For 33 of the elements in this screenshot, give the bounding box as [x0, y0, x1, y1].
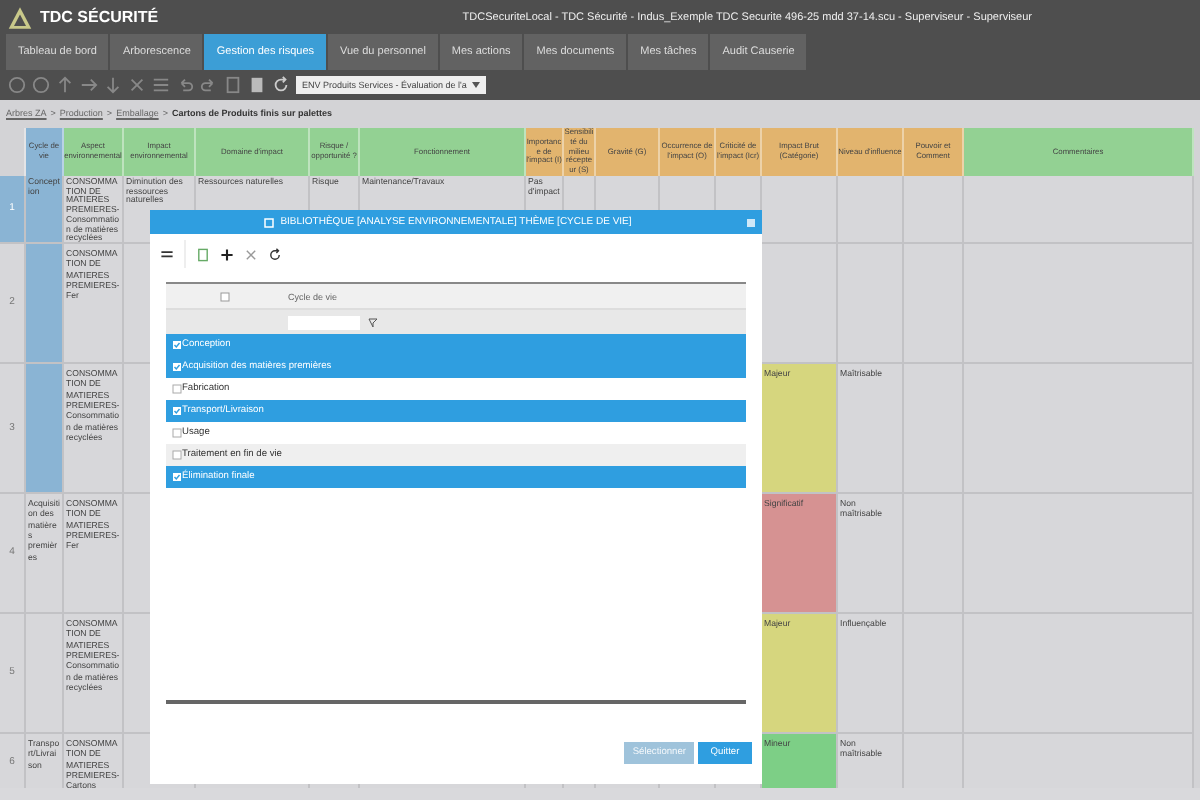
triangle-logo-icon	[8, 5, 32, 29]
menu-icon[interactable]	[160, 247, 174, 261]
undo-icon[interactable]	[176, 76, 194, 94]
refresh-icon[interactable]	[268, 247, 282, 261]
plus-icon[interactable]	[220, 247, 234, 261]
circle-icon[interactable]	[8, 76, 26, 94]
close-icon[interactable]	[244, 247, 258, 261]
table-cell	[762, 244, 838, 364]
checkbox[interactable]	[172, 384, 182, 394]
checkbox[interactable]	[172, 406, 182, 416]
up-arrow-icon[interactable]	[56, 76, 74, 94]
checkbox[interactable]	[219, 291, 229, 301]
checkbox[interactable]	[172, 428, 182, 438]
grid-icon[interactable]	[152, 76, 170, 94]
redo-icon[interactable]	[200, 76, 218, 94]
close-icon[interactable]	[128, 76, 146, 94]
table-cell	[762, 176, 838, 244]
table-cell	[838, 244, 904, 364]
document-icon[interactable]	[196, 247, 210, 261]
right-arrow-icon[interactable]	[80, 76, 98, 94]
filter-icon[interactable]	[368, 317, 378, 327]
caret-icon	[472, 82, 481, 88]
table-cell	[904, 176, 964, 244]
table-cell	[838, 176, 904, 244]
down-arrow-icon[interactable]	[104, 76, 122, 94]
window-icon	[264, 217, 275, 227]
app-logo-text: TDC SÉCURITÉ	[40, 8, 159, 26]
circle-icon[interactable]	[32, 76, 50, 94]
close-icon[interactable]	[745, 217, 756, 227]
checkbox[interactable]	[172, 340, 182, 350]
checkbox[interactable]	[172, 472, 182, 482]
checkbox[interactable]	[172, 450, 182, 460]
checkbox[interactable]	[172, 362, 182, 372]
